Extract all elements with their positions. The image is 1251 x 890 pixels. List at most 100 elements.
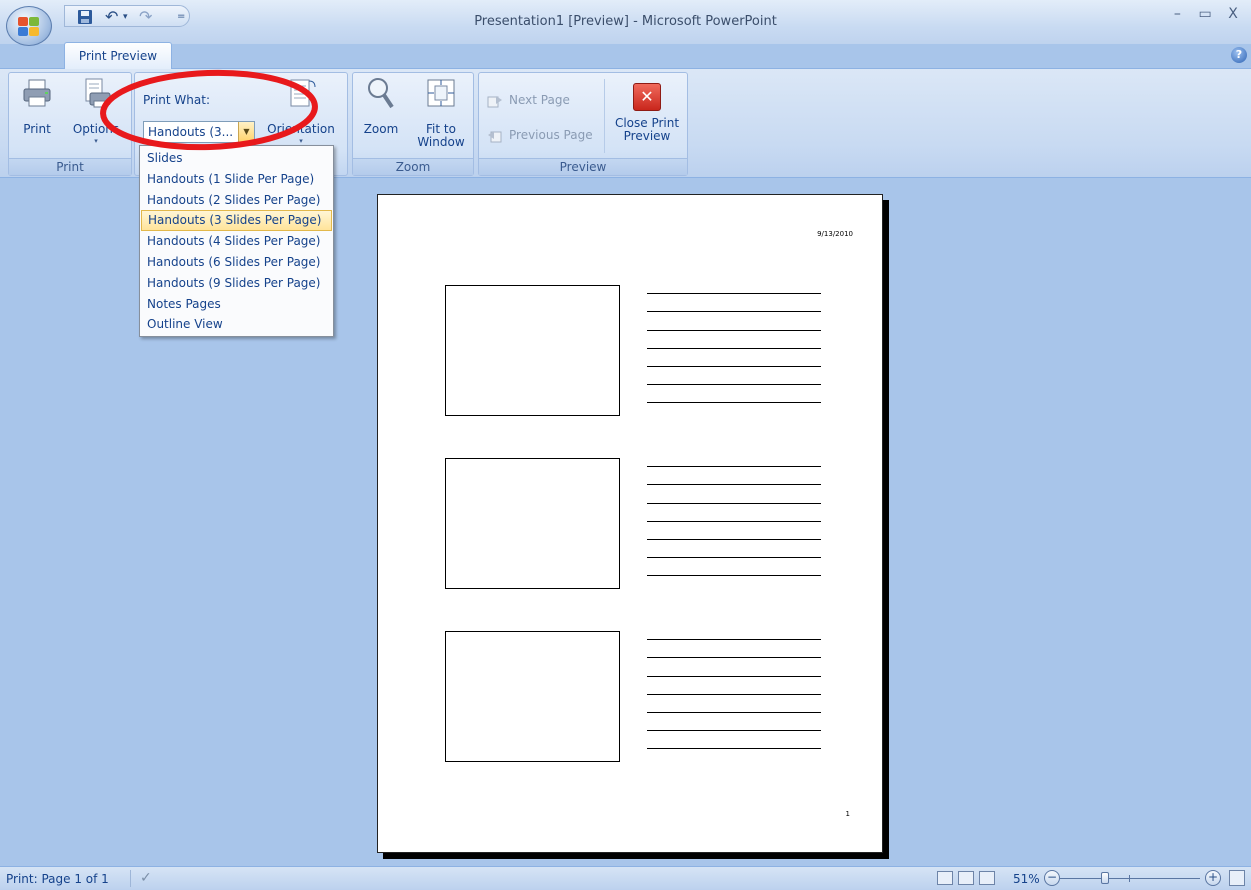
note-line xyxy=(647,695,821,713)
slide-show-view-icon[interactable] xyxy=(979,871,995,885)
fit-slide-to-window-icon[interactable] xyxy=(1229,870,1245,886)
note-line xyxy=(647,622,821,641)
restore-button[interactable]: ▭ xyxy=(1193,6,1217,22)
zoom-out-icon[interactable]: − xyxy=(1044,870,1060,886)
note-line xyxy=(647,294,821,313)
note-line xyxy=(647,349,821,367)
print-what-option[interactable]: Handouts (6 Slides Per Page) xyxy=(141,252,332,273)
print-group: Print Options ▾ Print xyxy=(8,72,132,176)
status-text: Print: Page 1 of 1 xyxy=(6,872,109,886)
options-button-label: Options xyxy=(72,122,120,136)
print-what-option[interactable]: Outline View xyxy=(141,314,332,335)
title-bar: Presentation1 [Preview] - Microsoft Powe… xyxy=(0,0,1251,44)
note-line xyxy=(647,312,821,331)
previous-page-button[interactable]: Previous Page xyxy=(487,125,593,145)
print-what-value: Handouts (3... xyxy=(148,125,234,139)
note-line xyxy=(647,449,821,468)
print-button-label: Print xyxy=(23,122,51,136)
note-line xyxy=(647,367,821,386)
chevron-down-icon[interactable]: ▼ xyxy=(238,122,254,142)
preview-group: Next Page Previous Page ✕ Close Print Pre… xyxy=(478,72,688,176)
zoom-button[interactable]: Zoom xyxy=(359,77,403,136)
note-line xyxy=(647,731,821,750)
next-page-label: Next Page xyxy=(509,93,570,107)
note-lines xyxy=(647,276,821,404)
tab-print-preview[interactable]: Print Preview xyxy=(64,42,172,69)
close-window-button[interactable]: X xyxy=(1221,6,1245,22)
slide-thumbnail-frame xyxy=(445,458,620,589)
customize-icon[interactable]: = xyxy=(177,9,185,25)
previous-page-icon xyxy=(487,129,503,143)
slide-thumbnail-frame xyxy=(445,631,620,762)
status-bar: Print: Page 1 of 1 ✓ 51% − + xyxy=(0,866,1251,890)
redo-icon[interactable]: ↷ xyxy=(139,9,152,25)
print-what-option[interactable]: Handouts (2 Slides Per Page) xyxy=(141,190,332,211)
options-icon xyxy=(80,77,112,109)
normal-view-icon[interactable] xyxy=(937,871,953,885)
previous-page-label: Previous Page xyxy=(509,128,593,142)
zoom-group: Zoom Fit to Window Zoom xyxy=(352,72,474,176)
note-line xyxy=(647,276,821,295)
quick-access-toolbar: ↶ ▾ ↷ = xyxy=(64,5,190,27)
status-separator xyxy=(130,870,131,887)
undo-dropdown-icon[interactable]: ▾ xyxy=(123,9,128,25)
print-what-option[interactable]: Notes Pages xyxy=(141,294,332,315)
zoom-level[interactable]: 51% xyxy=(1013,872,1040,886)
note-line xyxy=(647,331,821,349)
fit-window-icon xyxy=(425,77,457,109)
note-line xyxy=(647,640,821,659)
preview-separator xyxy=(604,79,605,153)
print-what-option[interactable]: Handouts (1 Slide Per Page) xyxy=(141,169,332,190)
note-line xyxy=(647,558,821,577)
undo-icon[interactable]: ↶ xyxy=(105,9,118,25)
print-group-label: Print xyxy=(9,158,131,175)
office-logo-icon xyxy=(18,17,40,37)
note-line xyxy=(647,713,821,732)
print-what-option[interactable]: Handouts (3 Slides Per Page) xyxy=(141,210,332,232)
preview-group-label: Preview xyxy=(479,158,687,175)
note-line xyxy=(647,504,821,522)
page-number: 1 xyxy=(845,810,850,818)
note-line xyxy=(647,467,821,486)
zoom-slider-track[interactable] xyxy=(1060,878,1200,879)
note-line xyxy=(647,677,821,695)
print-button[interactable]: Print xyxy=(15,77,59,136)
next-page-button[interactable]: Next Page xyxy=(487,90,570,110)
magnifier-icon xyxy=(365,77,397,109)
next-page-icon xyxy=(487,94,503,108)
zoom-slider-tick xyxy=(1129,875,1130,882)
fit-to-window-button[interactable]: Fit to Window xyxy=(413,77,469,149)
orientation-icon xyxy=(285,77,317,109)
handout-page: 9/13/2010 1 xyxy=(377,194,883,853)
print-what-label: Print What: xyxy=(143,93,210,107)
zoom-in-icon[interactable]: + xyxy=(1205,870,1221,886)
printer-icon xyxy=(21,77,53,109)
zoom-button-label: Zoom xyxy=(363,122,399,136)
zoom-group-label: Zoom xyxy=(353,158,473,175)
print-what-option[interactable]: Handouts (9 Slides Per Page) xyxy=(141,273,332,294)
orientation-button-label: Orientation xyxy=(267,122,335,136)
print-what-combo[interactable]: Handouts (3... ▼ xyxy=(143,121,255,143)
help-icon[interactable]: ? xyxy=(1231,47,1247,63)
office-button[interactable] xyxy=(6,6,52,46)
close-print-preview-button[interactable]: ✕ Close Print Preview xyxy=(613,77,681,143)
spell-check-icon[interactable]: ✓ xyxy=(140,870,152,886)
slide-thumbnail-frame xyxy=(445,285,620,416)
note-lines xyxy=(647,449,821,577)
print-what-option[interactable]: Slides xyxy=(141,148,332,169)
minimize-button[interactable]: – xyxy=(1165,6,1189,22)
close-print-preview-label: Close Print Preview xyxy=(614,116,680,143)
print-what-option[interactable]: Handouts (4 Slides Per Page) xyxy=(141,231,332,252)
note-lines xyxy=(647,622,821,750)
orientation-button[interactable]: Orientation ▾ xyxy=(263,77,339,146)
options-button[interactable]: Options ▾ xyxy=(67,77,125,146)
save-icon[interactable] xyxy=(77,9,93,29)
fit-to-window-label: Fit to Window xyxy=(417,122,465,149)
zoom-slider-thumb[interactable] xyxy=(1101,872,1109,884)
slide-sorter-view-icon[interactable] xyxy=(958,871,974,885)
window-controls: – ▭ X xyxy=(1165,6,1245,22)
options-dropdown-icon: ▾ xyxy=(94,137,98,145)
note-line xyxy=(647,385,821,404)
note-line xyxy=(647,658,821,677)
page-date: 9/13/2010 xyxy=(817,230,853,238)
